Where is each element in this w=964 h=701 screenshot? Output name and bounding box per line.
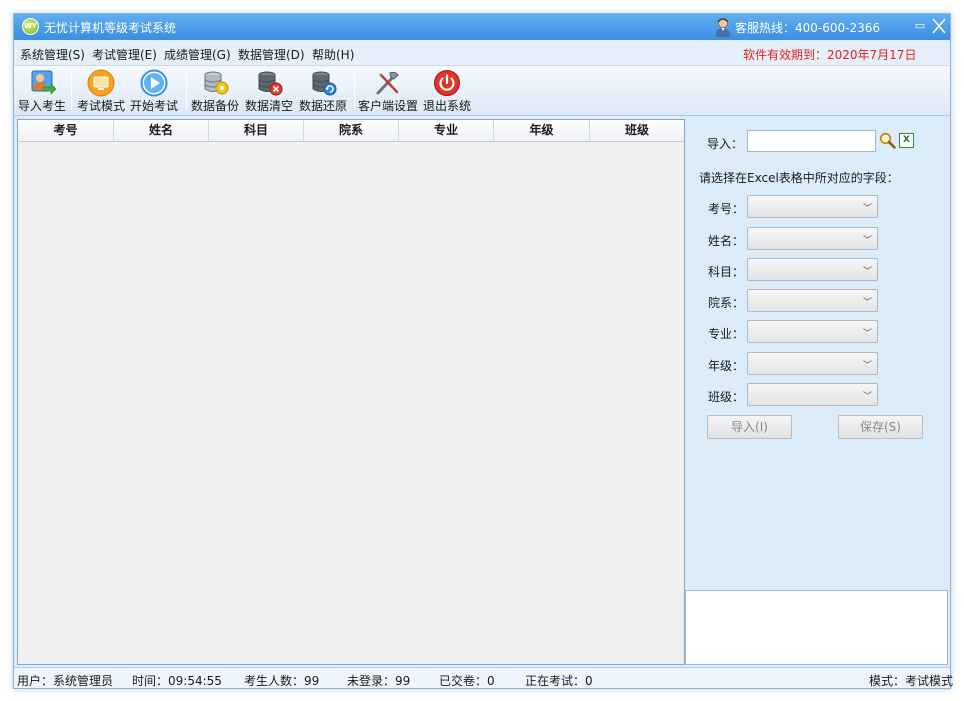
- status-submitted: 已交卷：0: [439, 674, 495, 688]
- import-student-icon: [31, 70, 57, 95]
- toolbar-separator: [71, 72, 72, 110]
- db-clear-icon: [258, 71, 283, 96]
- major-select[interactable]: ﹀: [747, 320, 878, 343]
- menu-help[interactable]: 帮助(H): [312, 46, 354, 63]
- field-label-exam-number: 考号：: [708, 202, 745, 216]
- chevron-down-icon: ﹀: [862, 204, 872, 214]
- grade-select[interactable]: ﹀: [747, 352, 878, 375]
- chevron-down-icon: ﹀: [862, 298, 872, 308]
- restore-icon[interactable]: ▭: [914, 20, 926, 32]
- import-panel: 导入： X 请选择在Excel表格中所对应的字段： 考号： ﹀ 姓名： ﹀ 科目…: [685, 119, 950, 665]
- import-button[interactable]: 导入(I): [707, 415, 792, 439]
- chevron-down-icon: ﹀: [862, 236, 872, 246]
- chevron-down-icon: ﹀: [862, 329, 872, 339]
- column-header-class[interactable]: 班级: [590, 120, 684, 141]
- chevron-down-icon: ﹀: [862, 392, 872, 402]
- menu-bar: 系统管理(S) 考试管理(E) 成绩管理(G) 数据管理(D) 帮助(H) 软件…: [14, 40, 950, 65]
- search-icon[interactable]: [879, 132, 896, 149]
- save-button[interactable]: 保存(S): [838, 415, 923, 439]
- data-restore-button[interactable]: 数据还原: [297, 66, 349, 117]
- status-student-count: 考生人数：99: [244, 674, 320, 688]
- import-file-input[interactable]: [747, 130, 876, 152]
- db-backup-icon: [204, 71, 229, 95]
- toolbar-label: 考试模式: [76, 99, 125, 113]
- column-header-grade[interactable]: 年级: [494, 120, 590, 141]
- chevron-down-icon: ﹀: [862, 361, 872, 371]
- column-header-subject[interactable]: 科目: [209, 120, 304, 141]
- column-header-exam-number[interactable]: 考号: [18, 120, 114, 141]
- column-header-name[interactable]: 姓名: [114, 120, 209, 141]
- status-user: 用户：系统管理员: [17, 674, 114, 688]
- field-label-major: 专业：: [708, 327, 745, 341]
- chevron-down-icon: ﹀: [862, 267, 872, 277]
- menu-system[interactable]: 系统管理(S): [20, 46, 85, 63]
- db-restore-icon: [312, 71, 337, 96]
- status-mode: 模式：考试模式: [869, 674, 954, 688]
- exam-number-select[interactable]: ﹀: [747, 195, 878, 218]
- name-select[interactable]: ﹀: [747, 227, 878, 250]
- exam-mode-icon: [87, 69, 115, 97]
- menu-data[interactable]: 数据管理(D): [238, 46, 305, 63]
- data-backup-button[interactable]: 数据备份: [189, 66, 241, 117]
- table-header: 考号 姓名 科目 院系 专业 年级 班级: [18, 120, 684, 142]
- field-label-subject: 科目：: [708, 265, 745, 279]
- field-label-class: 班级：: [708, 390, 745, 404]
- field-mapping-hint: 请选择在Excel表格中所对应的字段：: [699, 171, 899, 185]
- field-label-name: 姓名：: [708, 234, 745, 248]
- data-clear-button[interactable]: 数据清空: [243, 66, 295, 117]
- import-students-button[interactable]: 导入考生: [16, 66, 68, 117]
- exam-mode-button[interactable]: 考试模式: [74, 66, 128, 117]
- column-header-department[interactable]: 院系: [304, 120, 399, 141]
- status-not-logged-in: 未登录：99: [347, 674, 411, 688]
- column-header-major[interactable]: 专业: [399, 120, 494, 141]
- toolbar-label: 数据还原: [298, 99, 347, 113]
- customer-service-icon: [715, 18, 731, 37]
- status-in-exam: 正在考试：0: [525, 674, 593, 688]
- expiry-notice: 软件有效期到：2020年7月17日: [743, 48, 917, 62]
- hotline-text: 客服热线：400-600-2366: [735, 21, 881, 35]
- exit-system-button[interactable]: 退出系统: [421, 66, 473, 117]
- main-window: WY 无忧计算机等级考试系统 客服热线：400-600-2366 ▭ 系统管理(…: [13, 13, 954, 689]
- toolbar-label: 数据清空: [244, 99, 293, 113]
- department-select[interactable]: ﹀: [747, 289, 878, 312]
- toolbar-separator: [186, 72, 187, 110]
- toolbar-label: 客户端设置: [357, 99, 418, 113]
- menu-exam[interactable]: 考试管理(E): [92, 46, 157, 63]
- import-label: 导入：: [707, 137, 744, 151]
- client-settings-icon: [376, 71, 399, 95]
- app-logo-icon: WY: [22, 18, 39, 35]
- toolbar: 导入考生 考试模式 开始考试 数据备份 数据清空 数据还原 客户端设置 退出系统: [14, 65, 950, 116]
- title-bar: WY 无忧计算机等级考试系统 客服热线：400-600-2366 ▭: [14, 14, 950, 40]
- toolbar-label: 开始考试: [129, 99, 178, 113]
- status-time: 时间：09:54:55: [132, 674, 222, 688]
- class-select[interactable]: ﹀: [747, 383, 878, 406]
- close-icon[interactable]: [931, 17, 947, 35]
- excel-icon[interactable]: X: [899, 133, 914, 148]
- app-title: 无忧计算机等级考试系统: [44, 21, 177, 35]
- toolbar-label: 导入考生: [17, 99, 66, 113]
- field-label-grade: 年级：: [708, 359, 745, 373]
- field-label-department: 院系：: [708, 296, 745, 310]
- power-icon: [434, 70, 460, 96]
- toolbar-separator: [354, 72, 355, 110]
- status-bar: 用户：系统管理员 时间：09:54:55 考生人数：99 未登录：99 已交卷：…: [14, 667, 954, 688]
- subject-select[interactable]: ﹀: [747, 258, 878, 281]
- message-box: [685, 590, 948, 665]
- start-exam-icon: [140, 69, 168, 97]
- toolbar-label: 数据备份: [190, 99, 239, 113]
- client-settings-button[interactable]: 客户端设置: [357, 66, 419, 117]
- toolbar-label: 退出系统: [422, 99, 471, 113]
- menu-scores[interactable]: 成绩管理(G): [164, 46, 231, 63]
- student-table[interactable]: 考号 姓名 科目 院系 专业 年级 班级: [17, 119, 685, 665]
- start-exam-button[interactable]: 开始考试: [128, 66, 180, 117]
